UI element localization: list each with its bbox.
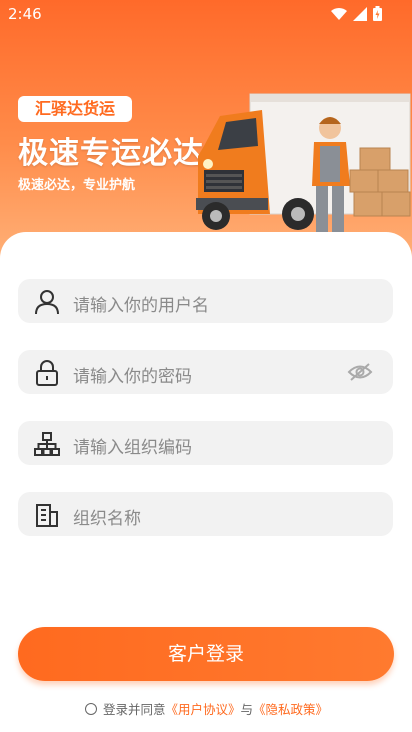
agreement-row: 登录并同意 《用户协议》 与 《隐私政策》 <box>85 699 328 718</box>
status-icons <box>331 6 382 21</box>
building-icon <box>36 504 58 527</box>
agreement-radio[interactable] <box>85 702 97 715</box>
agreement-joiner: 与 <box>240 702 254 717</box>
org-name-field[interactable]: 组织名称 <box>18 492 393 536</box>
username-placeholder: 请输入你的用户名 <box>73 296 209 316</box>
eye-hidden-icon[interactable] <box>347 361 373 383</box>
status-time: 2:46 <box>8 5 42 23</box>
username-field[interactable]: 请输入你的用户名 <box>18 279 393 323</box>
hero-banner: 2:46 汇驿达货运 极速专运必达 极速必达，专业护航 <box>0 0 412 260</box>
wifi-icon <box>331 7 347 20</box>
lock-icon <box>36 360 58 386</box>
agreement-prefix: 登录并同意 <box>103 702 166 717</box>
user-agreement-link[interactable]: 《用户协议》 <box>166 699 241 718</box>
customer-login-button[interactable]: 客户登录 <box>18 627 394 681</box>
privacy-policy-link[interactable]: 《隐私政策》 <box>253 699 328 718</box>
hero-subtitle: 极速必达，专业护航 <box>18 178 136 193</box>
delivery-truck-illustration <box>196 93 411 232</box>
org-code-placeholder: 请输入组织编码 <box>73 438 192 458</box>
password-field[interactable]: 请输入你的密码 <box>18 350 393 394</box>
brand-badge: 汇驿达货运 <box>18 96 132 122</box>
hero-headline: 极速专运必达 <box>18 136 204 171</box>
org-name-placeholder: 组织名称 <box>73 509 141 529</box>
user-icon <box>35 290 59 315</box>
org-chart-icon <box>34 432 60 456</box>
org-code-field[interactable]: 请输入组织编码 <box>18 421 393 465</box>
battery-icon <box>373 6 382 21</box>
status-bar: 2:46 <box>0 0 412 28</box>
signal-icon <box>353 6 367 21</box>
password-placeholder: 请输入你的密码 <box>73 367 192 387</box>
